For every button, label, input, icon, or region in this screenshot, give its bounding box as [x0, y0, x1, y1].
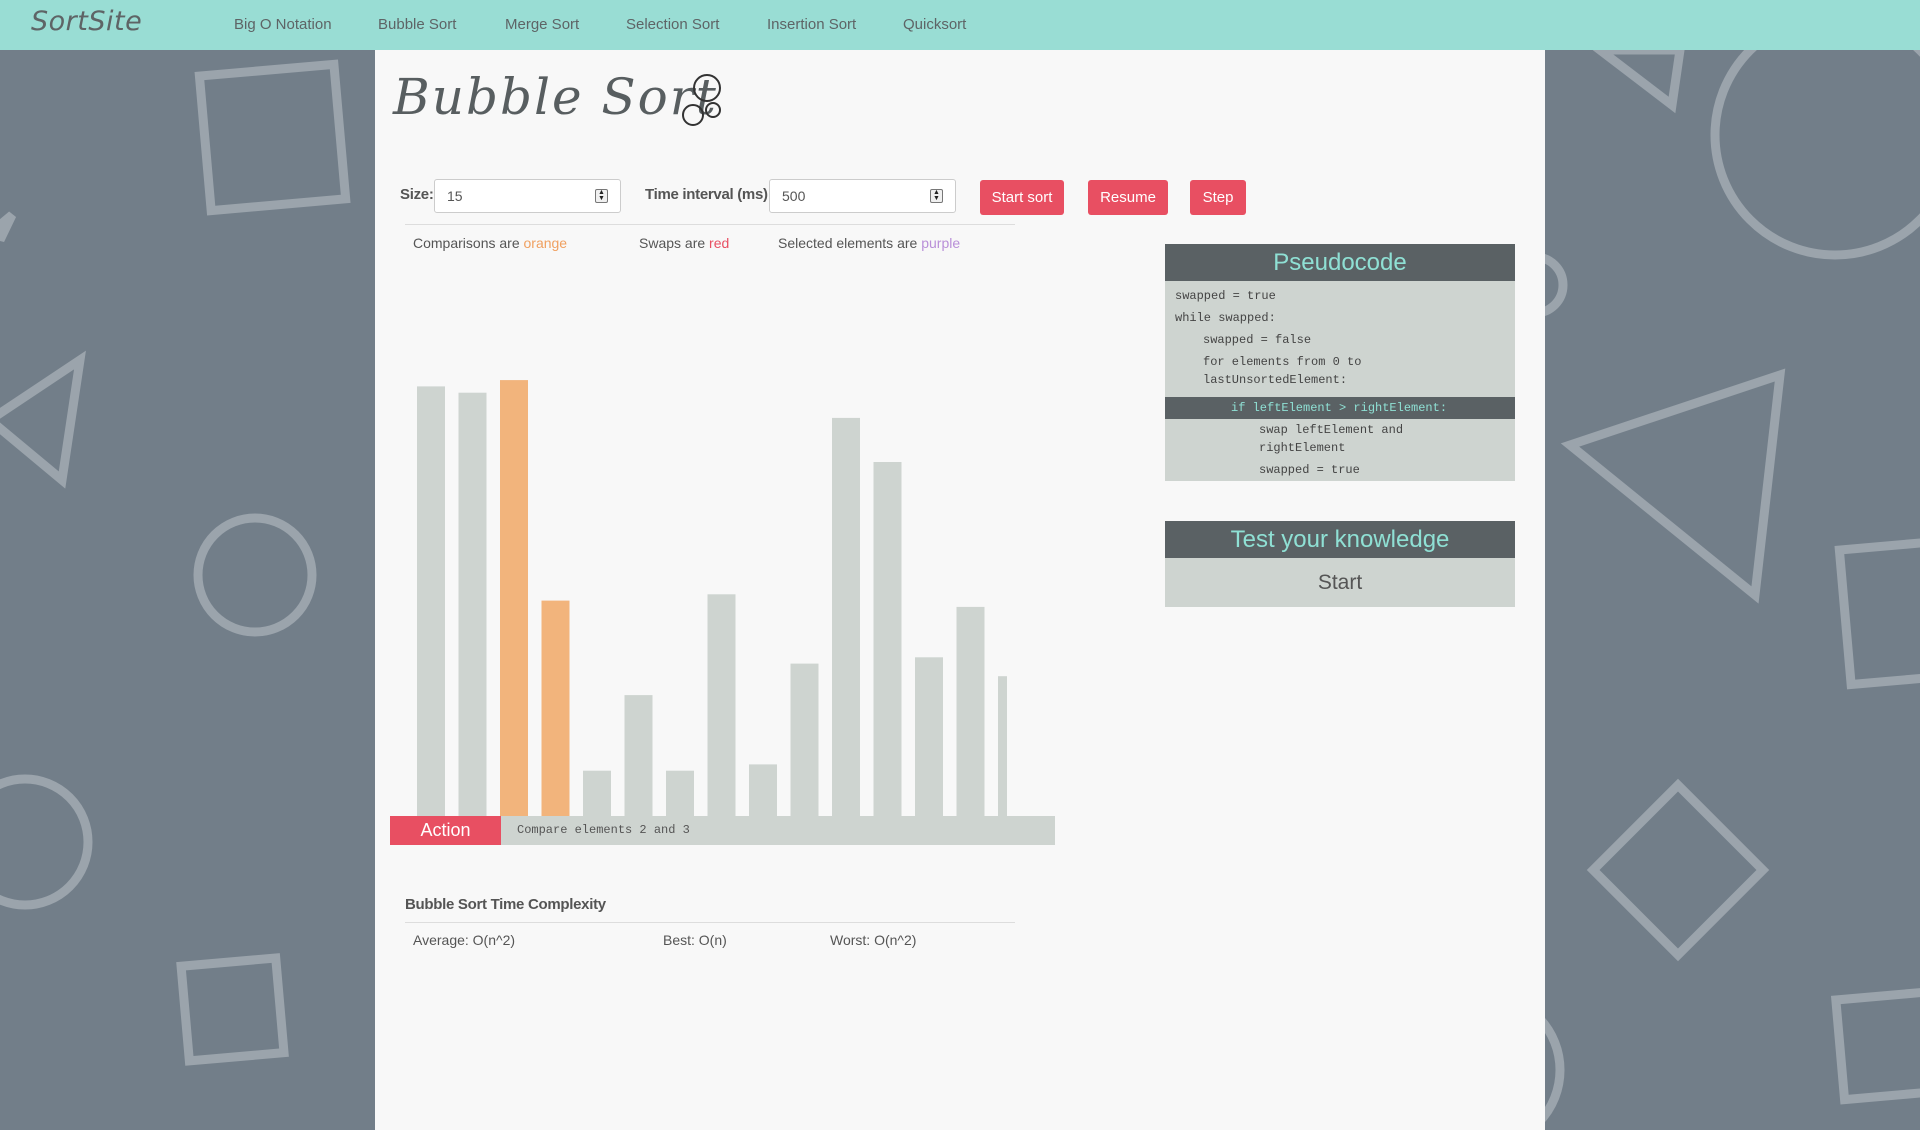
- code-line: rightElement: [1259, 441, 1346, 455]
- bar-comparing: [541, 600, 570, 840]
- size-value: 15: [447, 188, 463, 204]
- code-line: swap leftElement and: [1259, 423, 1404, 437]
- bar: [915, 657, 943, 840]
- code-line: swapped = true: [1259, 463, 1360, 477]
- action-label: Action: [390, 816, 501, 845]
- bar: [790, 663, 819, 840]
- size-input[interactable]: 15 ▲ ▼: [434, 179, 621, 213]
- legend-swaps: Swaps are red: [639, 235, 730, 251]
- bar: [832, 417, 860, 840]
- legend-purple-word: purple: [921, 235, 961, 251]
- complexity-title: Bubble Sort Time Complexity: [405, 896, 606, 913]
- sort-bar-chart: [405, 380, 1007, 841]
- brand-logo[interactable]: SortSite: [31, 6, 142, 37]
- pseudocode-body: swapped = true while swapped: swapped = …: [1165, 281, 1515, 481]
- quiz-start-button[interactable]: Start: [1165, 558, 1515, 607]
- size-label: Size:: [400, 186, 434, 203]
- bar: [417, 386, 445, 840]
- size-spinner-icon[interactable]: ▲ ▼: [595, 189, 608, 203]
- bar: [873, 462, 902, 840]
- complexity-best: Best: O(n): [663, 932, 727, 948]
- complexity-worst: Worst: O(n^2): [830, 932, 917, 948]
- interval-input[interactable]: 500 ▲ ▼: [769, 179, 956, 213]
- bar: [458, 392, 487, 840]
- code-line: lastUnsortedElement:: [1203, 373, 1348, 387]
- complexity-divider: [405, 922, 1015, 923]
- page-title: Bubble Sort: [393, 68, 718, 126]
- main-content: Bubble Sort Size: 15 ▲ ▼ Time interval (m…: [375, 50, 1545, 1130]
- nav-link-insertion-sort[interactable]: Insertion Sort: [767, 16, 856, 33]
- start-sort-button[interactable]: Start sort: [980, 180, 1064, 215]
- legend-selected: Selected elements are purple: [778, 235, 961, 251]
- code-line: swapped = true: [1175, 289, 1276, 303]
- quiz-title: Test your knowledge: [1165, 521, 1515, 558]
- interval-spinner-icon[interactable]: ▲ ▼: [930, 189, 943, 203]
- bar: [707, 594, 736, 840]
- code-line-highlighted: if leftElement > rightElement:: [1165, 397, 1515, 419]
- legend-comparisons: Comparisons are orange: [413, 235, 568, 251]
- code-line: for elements from 0 to: [1203, 355, 1362, 369]
- code-line: swapped = false: [1203, 333, 1312, 347]
- nav-link-selection-sort[interactable]: Selection Sort: [626, 16, 719, 33]
- legend-orange-word: orange: [523, 235, 568, 251]
- top-navbar: SortSite Big O Notation Bubble Sort Merg…: [0, 0, 1920, 50]
- nav-link-merge-sort[interactable]: Merge Sort: [505, 16, 579, 33]
- code-line: while swapped:: [1175, 311, 1276, 325]
- nav-link-bubble-sort[interactable]: Bubble Sort: [378, 16, 456, 33]
- legend-red-word: red: [709, 235, 730, 251]
- pseudocode-title: Pseudocode: [1165, 244, 1515, 281]
- action-description: Compare elements 2 and 3: [501, 816, 1055, 845]
- resume-button[interactable]: Resume: [1088, 180, 1168, 215]
- bar: [956, 606, 985, 840]
- step-button[interactable]: Step: [1190, 180, 1246, 215]
- bar-comparing: [500, 380, 528, 840]
- interval-label: Time interval (ms):: [645, 186, 773, 203]
- interval-value: 500: [782, 188, 806, 204]
- complexity-average: Average: O(n^2): [413, 932, 516, 948]
- controls-divider: [405, 224, 1015, 225]
- bubbles-icon: [682, 74, 721, 126]
- nav-link-quicksort[interactable]: Quicksort: [903, 16, 966, 33]
- nav-link-big-o[interactable]: Big O Notation: [234, 16, 332, 33]
